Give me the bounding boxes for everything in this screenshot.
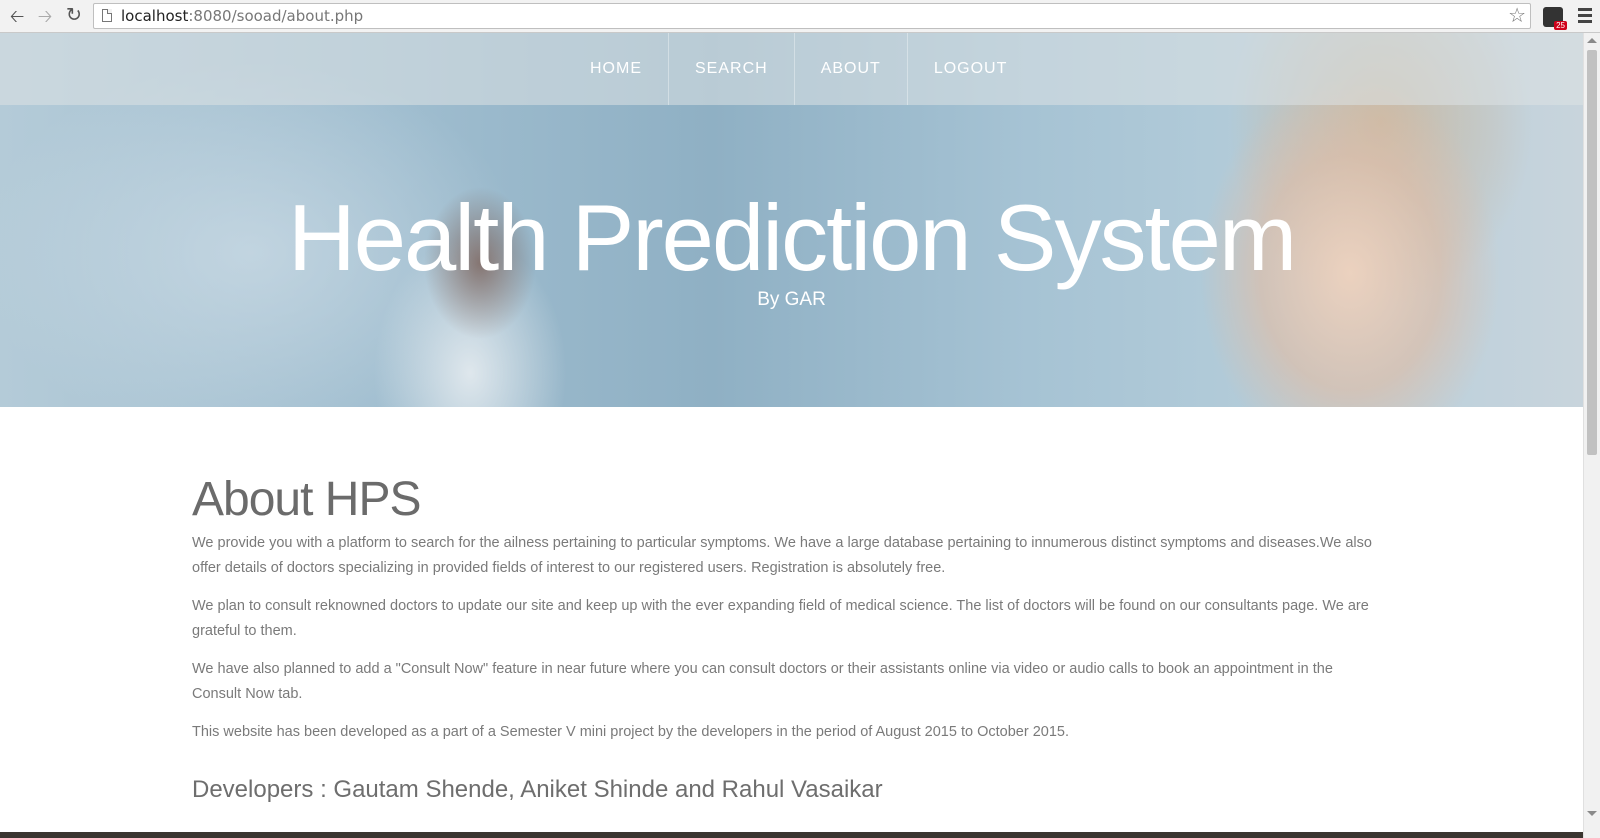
about-paragraph-4: This website has been developed as a par… <box>192 724 1069 740</box>
about-paragraph-3: We have also planned to add a "Consult N… <box>192 661 1333 702</box>
nav-item-search[interactable]: SEARCH <box>668 33 794 105</box>
nav-item-about[interactable]: ABOUT <box>793 33 907 105</box>
reload-icon[interactable]: ↻ <box>64 6 84 26</box>
about-paragraph-2: We plan to consult reknowned doctors to … <box>192 598 1369 639</box>
url-text[interactable]: localhost:8080/sooad/about.php <box>121 7 363 25</box>
about-paragraph-1: We provide you with a platform to search… <box>192 535 1372 576</box>
extension-badge: 25 <box>1554 21 1567 30</box>
extension-icon[interactable]: 25 <box>1543 7 1567 30</box>
browser-toolbar: 🡠 🡢 ↻ localhost:8080/sooad/about.php ☆ 2… <box>0 0 1600 33</box>
nav-item-home[interactable]: HOME <box>564 33 668 105</box>
url-path: :8080/sooad/about.php <box>188 7 364 25</box>
page-viewport: HOME SEARCH ABOUT LOGOUT Health Predicti… <box>0 33 1583 838</box>
address-bar[interactable]: localhost:8080/sooad/about.php ☆ <box>93 3 1531 29</box>
main-nav: HOME SEARCH ABOUT LOGOUT <box>0 33 1583 105</box>
back-arrow-icon[interactable]: 🡠 <box>7 6 27 26</box>
hero-banner: HOME SEARCH ABOUT LOGOUT Health Predicti… <box>0 33 1583 407</box>
nav-item-logout[interactable]: LOGOUT <box>906 33 1034 105</box>
hero-title: Health Prediction System <box>287 185 1297 290</box>
menu-icon[interactable] <box>1578 8 1592 24</box>
scroll-up-icon[interactable] <box>1587 38 1597 43</box>
os-taskbar <box>0 832 1583 838</box>
scroll-down-icon[interactable] <box>1587 811 1597 816</box>
page-icon <box>102 9 112 22</box>
about-section: About HPS We provide you with a platform… <box>192 469 1382 805</box>
forward-arrow-icon[interactable]: 🡢 <box>35 6 55 26</box>
developers-heading: Developers : Gautam Shende, Aniket Shind… <box>192 776 883 803</box>
url-host: localhost <box>121 7 189 25</box>
star-icon[interactable]: ☆ <box>1508 5 1526 27</box>
page-title: About HPS <box>192 473 421 526</box>
hero-subtitle: By GAR <box>757 289 826 310</box>
scroll-thumb[interactable] <box>1587 50 1597 455</box>
vertical-scrollbar[interactable] <box>1583 33 1600 838</box>
